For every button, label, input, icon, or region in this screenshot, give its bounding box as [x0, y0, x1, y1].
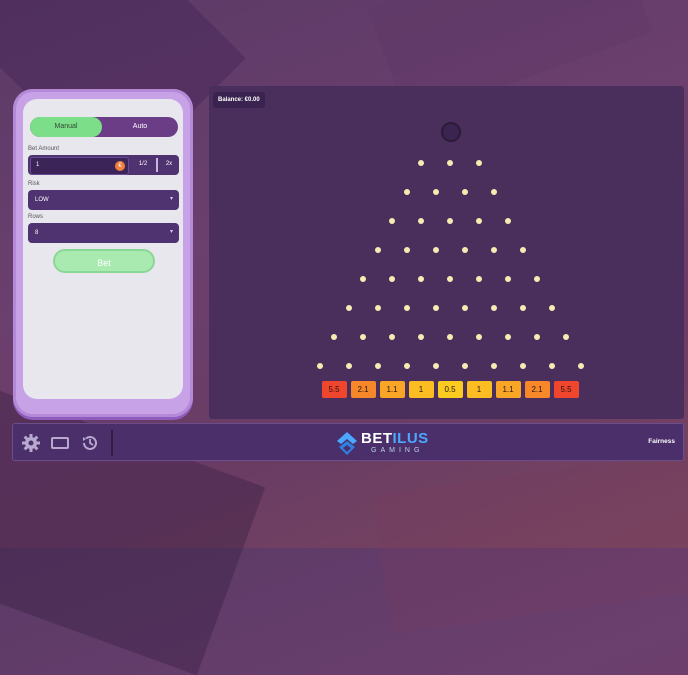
peg	[432, 189, 439, 195]
peg	[418, 276, 424, 282]
peg	[476, 218, 482, 224]
peg	[490, 363, 497, 369]
peg	[548, 363, 555, 369]
multiplier-bucket: 1.1	[379, 381, 405, 398]
peg	[360, 276, 366, 282]
peg	[447, 218, 453, 224]
fairness-link[interactable]: Fairness	[648, 438, 675, 445]
tab-manual[interactable]: Manual	[30, 117, 102, 137]
bottom-bar: BETILUS GAMING Fairness	[12, 423, 684, 461]
peg	[476, 276, 482, 282]
peg	[447, 334, 453, 340]
multiplier-bucket: 0.5	[437, 381, 463, 398]
bet-amount-input[interactable]: 1 €	[30, 157, 129, 175]
peg	[374, 305, 381, 311]
peg	[345, 305, 352, 311]
peg	[490, 189, 497, 195]
peg	[577, 363, 584, 369]
peg	[563, 334, 569, 340]
euro-icon: €	[115, 161, 125, 171]
bet-amount-value: 1	[36, 162, 40, 168]
peg	[403, 363, 410, 369]
tab-auto[interactable]: Auto	[102, 117, 178, 137]
peg	[476, 160, 482, 166]
balance-display: Balance: €0.00	[213, 92, 265, 108]
peg	[461, 247, 468, 253]
risk-value: LOW	[35, 197, 49, 203]
mode-tabs: Manual Auto	[30, 117, 178, 137]
peg	[461, 305, 468, 311]
peg	[360, 334, 366, 340]
peg	[505, 218, 511, 224]
peg	[374, 247, 381, 253]
peg	[548, 305, 555, 311]
peg	[432, 363, 439, 369]
logo-mark-icon	[337, 432, 357, 455]
peg	[389, 334, 395, 340]
peg	[403, 305, 410, 311]
control-panel-screen: Manual Auto Bet Amount 1 € 1/2 2x Risk L…	[23, 99, 183, 399]
peg	[418, 218, 424, 224]
bet-amount-row: 1 € 1/2 2x	[28, 155, 179, 175]
divider	[111, 430, 113, 456]
gear-icon[interactable]	[21, 433, 41, 453]
peg	[447, 160, 453, 166]
peg	[432, 247, 439, 253]
peg	[432, 305, 439, 311]
chevron-down-icon: ▾	[169, 196, 173, 202]
bet-amount-label: Bet Amount	[28, 146, 60, 152]
peg	[331, 334, 337, 340]
control-panel: Manual Auto Bet Amount 1 € 1/2 2x Risk L…	[13, 89, 193, 417]
betilus-logo: BETILUS GAMING	[335, 429, 435, 459]
peg	[461, 363, 468, 369]
peg	[447, 276, 453, 282]
peg	[389, 218, 395, 224]
chevron-down-icon: ▾	[169, 229, 173, 235]
rows-value: 8	[35, 230, 39, 236]
peg	[490, 305, 497, 311]
multiplier-bucket: 1.1	[495, 381, 521, 398]
bet-button[interactable]: Bet	[53, 249, 155, 273]
peg	[476, 334, 482, 340]
peg	[389, 276, 395, 282]
risk-label: Risk	[28, 181, 40, 187]
peg	[418, 160, 424, 166]
peg	[345, 363, 352, 369]
risk-select[interactable]: LOW ▾	[28, 190, 179, 210]
peg	[403, 247, 410, 253]
multiplier-bucket: 5.5	[553, 381, 579, 398]
peg	[490, 247, 497, 253]
background-shape	[372, 445, 688, 635]
peg	[519, 305, 526, 311]
peg	[519, 247, 526, 253]
logo-subtext: GAMING	[371, 447, 424, 454]
peg	[316, 363, 323, 369]
multiplier-bucket: 1	[408, 381, 434, 398]
peg	[461, 189, 468, 195]
plinko-board: Balance: €0.00 5.5 2.1 1.1 1 0.5 1 1.1 2.1 5.5	[209, 86, 684, 419]
peg	[534, 276, 540, 282]
peg	[505, 334, 511, 340]
logo-text: BETILUS	[361, 430, 429, 447]
double-bet-button[interactable]: 2x	[160, 161, 178, 167]
ball-drop-hole	[441, 122, 461, 142]
divider	[156, 158, 158, 172]
multiplier-bucket: 5.5	[321, 381, 347, 398]
multiplier-bucket: 1	[466, 381, 492, 398]
peg	[519, 363, 526, 369]
peg	[374, 363, 381, 369]
rows-select[interactable]: 8 ▾	[28, 223, 179, 243]
rows-label: Rows	[28, 214, 44, 220]
peg	[418, 334, 424, 340]
half-bet-button[interactable]: 1/2	[133, 161, 153, 167]
peg	[403, 189, 410, 195]
screen-icon[interactable]	[50, 433, 70, 453]
multiplier-bucket: 2.1	[524, 381, 550, 398]
multiplier-bucket: 2.1	[350, 381, 376, 398]
peg	[505, 276, 511, 282]
peg	[534, 334, 540, 340]
history-icon[interactable]	[80, 433, 100, 453]
